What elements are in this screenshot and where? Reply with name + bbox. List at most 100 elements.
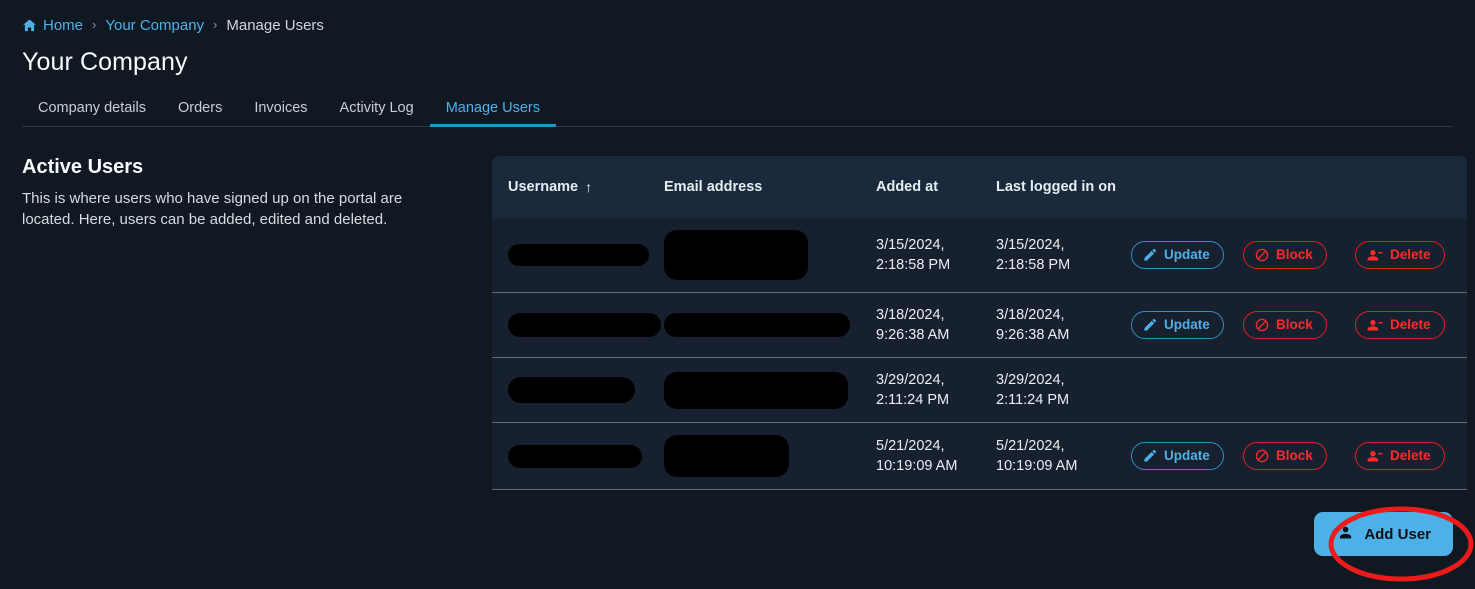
cell-added-at: 3/29/2024, 2:11:24 PM bbox=[876, 372, 950, 408]
main-content: Active Users This is where users who hav… bbox=[0, 127, 1475, 490]
redacted-email bbox=[664, 435, 789, 477]
delete-button-label: Delete bbox=[1390, 448, 1431, 464]
active-users-heading: Active Users bbox=[22, 156, 144, 178]
active-users-info-panel: Active Users This is where users who hav… bbox=[0, 156, 492, 490]
breadcrumb: Home › Your Company › Manage Users bbox=[0, 0, 1475, 39]
person-minus-icon bbox=[1367, 450, 1383, 463]
block-button[interactable]: Block bbox=[1243, 241, 1327, 269]
cell-email bbox=[664, 358, 876, 423]
delete-button-label: Delete bbox=[1390, 317, 1431, 333]
update-button-label: Update bbox=[1164, 247, 1210, 263]
update-button[interactable]: Update bbox=[1131, 311, 1224, 339]
users-table: Username ↑ Email address Added at Last l… bbox=[492, 156, 1467, 490]
cell-email bbox=[664, 423, 876, 490]
update-button[interactable]: Update bbox=[1131, 241, 1224, 269]
table-footer: Add User bbox=[0, 490, 1475, 556]
cell-username bbox=[492, 218, 664, 293]
table-row: 5/21/2024, 10:19:09 AM 5/21/2024, 10:19:0… bbox=[492, 422, 1467, 490]
cell-last-logged-in: 3/15/2024, 2:18:58 PM bbox=[996, 237, 1071, 273]
delete-button[interactable]: Delete bbox=[1355, 442, 1445, 470]
arrow-up-icon[interactable]: ↑ bbox=[585, 180, 592, 194]
redacted-username bbox=[508, 313, 661, 337]
column-header-last-logged-in[interactable]: Last logged in on bbox=[996, 156, 1131, 218]
users-table-body: 3/15/2024, 2:18:58 PM 3/15/2024, 2:18:58 … bbox=[492, 218, 1467, 490]
cell-action: Delete bbox=[1355, 293, 1467, 358]
tab-bar: Company details Orders Invoices Activity… bbox=[22, 91, 1453, 127]
cell-added-at: 3/18/2024, 9:26:38 AM bbox=[876, 307, 950, 343]
delete-button[interactable]: Delete bbox=[1355, 241, 1445, 269]
add-user-button[interactable]: Add User bbox=[1314, 512, 1453, 556]
pencil-icon bbox=[1143, 248, 1157, 262]
cell-action: Block bbox=[1243, 423, 1355, 490]
block-circle-slash-icon bbox=[1255, 449, 1269, 463]
tab-orders[interactable]: Orders bbox=[162, 100, 238, 127]
cell-username bbox=[492, 358, 664, 423]
cell-action: Block bbox=[1243, 293, 1355, 358]
update-button-label: Update bbox=[1164, 448, 1210, 464]
redacted-username bbox=[508, 444, 642, 468]
redacted-email bbox=[664, 313, 850, 337]
block-button-label: Block bbox=[1276, 448, 1313, 464]
tab-invoices[interactable]: Invoices bbox=[238, 100, 323, 127]
column-header-added-at[interactable]: Added at bbox=[876, 156, 996, 218]
redacted-email bbox=[664, 371, 848, 409]
column-header-username[interactable]: Username ↑ bbox=[492, 156, 664, 218]
block-button[interactable]: Block bbox=[1243, 442, 1327, 470]
person-minus-icon bbox=[1367, 319, 1383, 332]
cell-last-logged-in: 3/29/2024, 2:11:24 PM bbox=[996, 372, 1070, 408]
breadcrumb-current: Manage Users bbox=[226, 16, 324, 34]
block-circle-slash-icon bbox=[1255, 248, 1269, 262]
tab-activity-log[interactable]: Activity Log bbox=[324, 100, 430, 127]
column-header-username-label: Username bbox=[508, 179, 579, 195]
cell-added-at: 3/15/2024, 2:18:58 PM bbox=[876, 237, 951, 273]
cell-last-logged-in: 5/21/2024, 10:19:09 AM bbox=[996, 438, 1078, 474]
cell-email bbox=[664, 218, 876, 293]
users-table-container: Username ↑ Email address Added at Last l… bbox=[492, 156, 1467, 490]
breadcrumb-home[interactable]: Home bbox=[22, 18, 83, 33]
delete-button[interactable]: Delete bbox=[1355, 311, 1445, 339]
users-table-head: Username ↑ Email address Added at Last l… bbox=[492, 156, 1467, 218]
cell-action-empty bbox=[1243, 358, 1355, 423]
redacted-username bbox=[508, 377, 635, 403]
block-button-label: Block bbox=[1276, 317, 1313, 333]
update-button[interactable]: Update bbox=[1131, 442, 1224, 470]
pencil-icon bbox=[1143, 449, 1157, 463]
person-minus-icon bbox=[1367, 249, 1383, 262]
cell-action: Update bbox=[1131, 293, 1243, 358]
cell-action: Update bbox=[1131, 423, 1243, 490]
add-user-label: Add User bbox=[1364, 525, 1431, 543]
cell-action-empty bbox=[1355, 358, 1467, 423]
column-header-action-2 bbox=[1243, 156, 1355, 218]
cell-added-at: 5/21/2024, 10:19:09 AM bbox=[876, 438, 958, 474]
delete-button-label: Delete bbox=[1390, 247, 1431, 263]
cell-username bbox=[492, 293, 664, 358]
breadcrumb-home-label: Home bbox=[43, 16, 84, 34]
update-button-label: Update bbox=[1164, 317, 1210, 333]
cell-last-logged-in: 3/18/2024, 9:26:38 AM bbox=[996, 307, 1070, 343]
column-header-action-1 bbox=[1131, 156, 1243, 218]
breadcrumb-your-company[interactable]: Your Company bbox=[105, 18, 204, 33]
redacted-username bbox=[508, 244, 649, 266]
table-row: 3/15/2024, 2:18:58 PM 3/15/2024, 2:18:58 … bbox=[492, 218, 1467, 293]
block-circle-slash-icon bbox=[1255, 318, 1269, 332]
cell-action: Block bbox=[1243, 218, 1355, 293]
page-title: Your Company bbox=[22, 48, 188, 76]
breadcrumb-separator-1: › bbox=[92, 16, 97, 32]
cell-username bbox=[492, 423, 664, 490]
breadcrumb-separator-2: › bbox=[213, 16, 218, 32]
home-icon bbox=[22, 18, 37, 33]
cell-email bbox=[664, 293, 876, 358]
cell-action: Delete bbox=[1355, 218, 1467, 293]
block-button-label: Block bbox=[1276, 247, 1313, 263]
block-button[interactable]: Block bbox=[1243, 311, 1327, 339]
cell-action-empty bbox=[1131, 358, 1243, 423]
table-header-row: Username ↑ Email address Added at Last l… bbox=[492, 156, 1467, 218]
person-plus-icon bbox=[1332, 524, 1353, 544]
column-header-action-3 bbox=[1355, 156, 1467, 218]
tab-company-details[interactable]: Company details bbox=[22, 100, 162, 127]
cell-action: Delete bbox=[1355, 423, 1467, 490]
tab-manage-users[interactable]: Manage Users bbox=[429, 100, 557, 127]
cell-action: Update bbox=[1131, 218, 1243, 293]
table-row: 3/29/2024, 2:11:24 PM 3/29/2024, 2:11:24 … bbox=[492, 357, 1467, 423]
column-header-email[interactable]: Email address bbox=[664, 156, 876, 218]
